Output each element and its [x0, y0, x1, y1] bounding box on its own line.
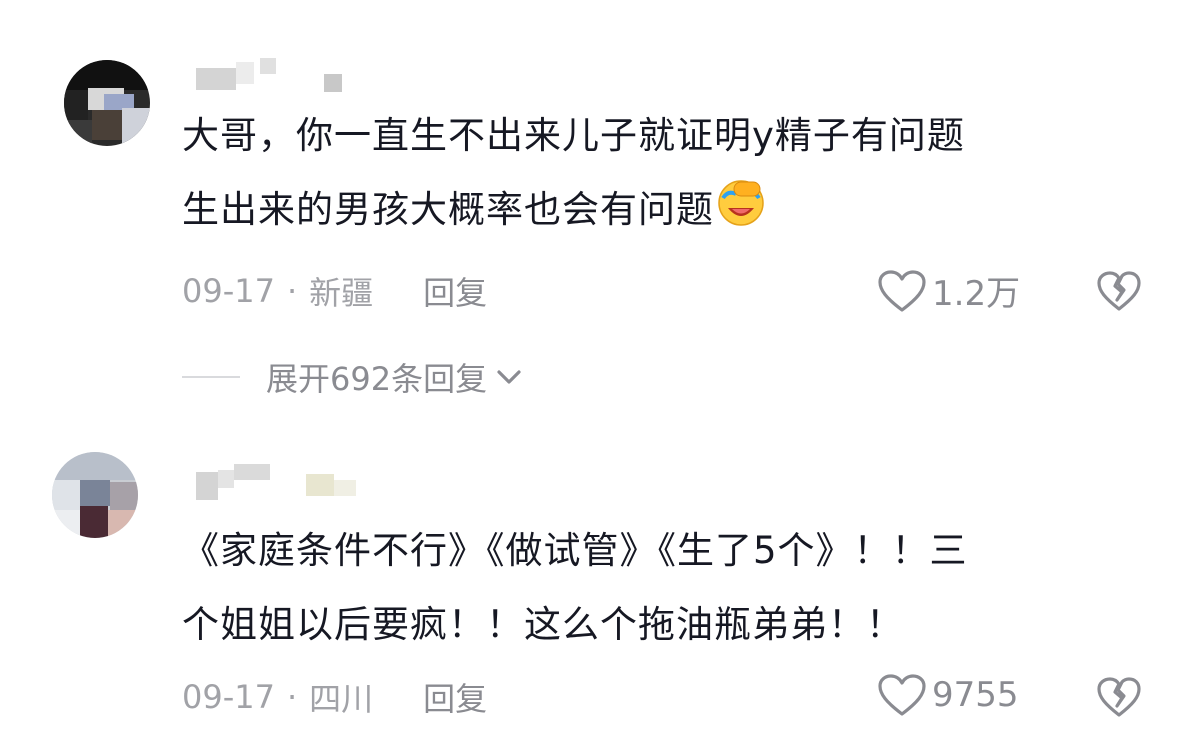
comment-item: 《家庭条件不行》《做试管》《生了5个》！！三 个姐姐以后要疯！！这么个拖油瓶弟弟… [0, 440, 1200, 744]
avatar[interactable] [52, 452, 138, 538]
chevron-down-icon [497, 370, 521, 384]
comment-item: 大哥，你一直生不出来儿子就证明y精子有问题 生出来的男孩大概率也会有问题 09-… [0, 0, 1200, 440]
comment-meta: 09-17 · 新疆 回复 [182, 268, 487, 314]
avatar[interactable] [64, 60, 150, 146]
broken-heart-icon [1097, 271, 1141, 311]
comment-line: 个姐姐以后要疯！！这么个拖油瓶弟弟！！ [182, 603, 904, 646]
expand-replies-button[interactable]: 展开692条回复 [182, 354, 523, 400]
like-button[interactable]: 1.2万 [876, 266, 1020, 315]
meta-separator: · [286, 678, 298, 716]
comment-location: 四川 [309, 680, 374, 718]
comment-line: 《家庭条件不行》《做试管》《生了5个》！！三 [182, 529, 968, 572]
like-button[interactable]: 9755 [876, 672, 1019, 718]
comment-line-with-emoji: 生出来的男孩大概率也会有问题 [182, 173, 1172, 247]
like-count: 9755 [932, 675, 1019, 715]
reply-button[interactable]: 回复 [423, 268, 487, 314]
divider [182, 376, 240, 378]
comment-location: 新疆 [309, 274, 374, 312]
comment-line: 大哥，你一直生不出来儿子就证明y精子有问题 [182, 114, 965, 157]
reply-button[interactable]: 回复 [423, 674, 487, 720]
heart-outline-icon [878, 269, 926, 312]
dislike-button[interactable] [1096, 268, 1142, 314]
comment-date: 09-17 [182, 272, 275, 310]
like-count: 1.2万 [932, 274, 1021, 314]
broken-heart-icon [1097, 677, 1141, 717]
comment-date: 09-17 [182, 678, 275, 716]
comment-text: 《家庭条件不行》《做试管》《生了5个》！！三 个姐姐以后要疯！！这么个拖油瓶弟弟… [182, 514, 1172, 662]
meta-separator: · [286, 272, 298, 310]
comment-meta: 09-17 · 四川 回复 [182, 674, 487, 720]
facepalm-laugh-emoji-icon [716, 178, 766, 228]
heart-outline-icon [878, 674, 926, 716]
expand-replies-label: 展开692条回复 [266, 360, 488, 398]
comment-text: 大哥，你一直生不出来儿子就证明y精子有问题 生出来的男孩大概率也会有问题 [182, 99, 1172, 247]
dislike-button[interactable] [1096, 674, 1142, 720]
